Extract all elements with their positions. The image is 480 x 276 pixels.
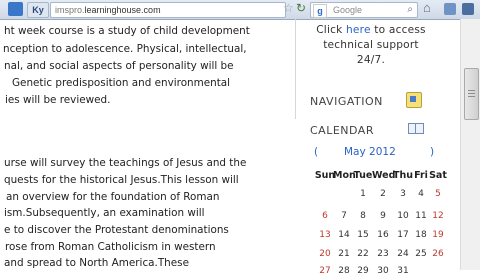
site-favicon-icon [8,2,23,16]
browser-toolbar: Ky imspro.learninghouse.com ☆ ↻ g Google… [0,0,480,20]
url-prefix: imspro. [55,5,85,15]
calendar-day[interactable]: 2 [372,189,394,199]
navigation-dock-icon[interactable] [406,92,422,108]
calendar-month-label[interactable]: May 2012 [344,146,396,158]
calendar-day[interactable]: 1 [352,189,374,199]
article-line: nal, and social aspects of personality w… [4,60,234,72]
grip-line [468,93,475,94]
calendar-title: CALENDAR [310,124,374,137]
home-icon[interactable]: ⌂ [423,0,431,15]
calendar-prev-month[interactable]: ( [314,146,318,158]
calendar-day[interactable]: 16 [372,230,394,240]
article-line: e to discover the Protestant denominatio… [4,224,229,236]
url-host: learninghouse.com [84,5,161,15]
article-line: ies will be reviewed. [5,94,111,106]
g-icon[interactable]: g [313,4,327,18]
article-line: ism.Subsequently, an examination will [4,207,205,219]
article-line: nception to adolescence. Physical, intel… [3,43,247,55]
sidebar: Click here to access technical support 2… [295,19,460,276]
addon-icon[interactable] [462,3,474,15]
weekday-label: Wed [372,170,396,181]
calendar-day[interactable]: 5 [427,189,449,199]
article-line: quests for the historical Jesus.This les… [4,174,239,186]
grip-line [468,96,475,97]
article-line: urse will survey the teachings of Jesus … [4,157,247,169]
navigation-title: NAVIGATION [310,95,383,108]
grip-line [468,90,475,91]
article-line: Genetic predisposition and environmental [12,77,231,89]
calendar-day[interactable]: 30 [372,266,394,276]
star-icon[interactable]: ☆ [283,1,294,15]
scrollbar-thumb[interactable] [464,68,479,120]
support-text: 24/7. [356,54,386,66]
support-text: technical support [323,39,419,51]
course-description: ht week course is a study of child devel… [0,19,295,270]
calendar-day[interactable]: 12 [427,211,449,221]
calendar-day[interactable]: 22 [352,249,374,259]
weekday-label: Tue [353,170,373,181]
reload-icon[interactable]: ↻ [296,1,306,15]
article-line: and spread to North America.These [4,257,189,269]
calendar-day[interactable]: 8 [352,211,374,221]
search-input[interactable]: g Google ⌕ [310,2,418,18]
vertical-scrollbar[interactable] [460,19,480,270]
calendar-day[interactable]: 23 [372,249,394,259]
article-line: rose from Roman Catholicism in western [5,241,216,253]
calendar-dock-icon[interactable] [408,123,424,134]
calendar-day[interactable]: 9 [372,211,394,221]
calendar-day[interactable]: 19 [427,230,449,240]
support-text-suffix: to access [370,24,426,36]
support-link[interactable]: here [346,24,371,36]
article-line: an overview for the foundation of Roman [6,191,220,203]
calendar-day[interactable]: 31 [392,266,414,276]
support-text: Click here to access [296,24,446,36]
calendar-day[interactable]: 15 [352,230,374,240]
weekday-label: Sat [429,170,447,181]
calendar-day[interactable]: 26 [427,249,449,259]
article-line: ht week course is a study of child devel… [4,25,250,37]
support-text-prefix: Click [316,24,347,36]
search-icon[interactable]: ⌕ [407,3,413,17]
url-bar[interactable]: imspro.learninghouse.com [50,2,286,18]
search-placeholder: Google [333,5,363,15]
site-identity-badge[interactable]: Ky [27,2,49,18]
addon-icon[interactable] [444,3,456,15]
calendar-next-month[interactable]: ) [430,146,434,158]
calendar-day[interactable]: 29 [352,266,374,276]
